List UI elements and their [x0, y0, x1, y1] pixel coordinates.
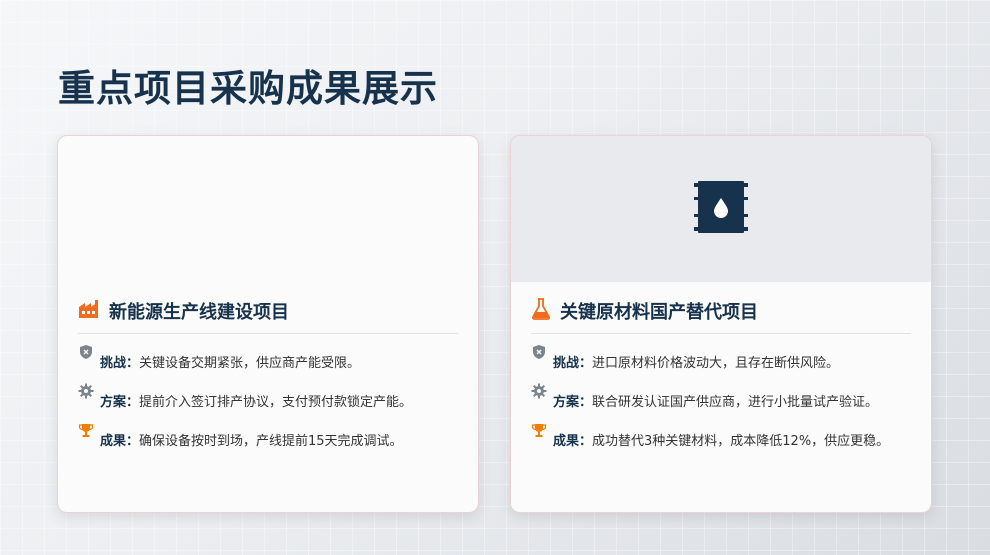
- shield-icon: [531, 344, 547, 360]
- gear-icon: [78, 383, 94, 399]
- row-label: 方案：: [100, 395, 140, 410]
- challenge-row: 挑战：进口原材料价格波动大，且存在断供风险。: [531, 342, 916, 381]
- card-media: [511, 136, 931, 282]
- row-label: 挑战：: [100, 356, 140, 371]
- row-label: 成果：: [100, 434, 140, 449]
- row-label: 挑战：: [553, 356, 593, 371]
- challenge-row: 挑战：关键设备交期紧张，供应商产能受限。: [78, 342, 463, 381]
- gear-icon: [531, 383, 547, 399]
- row-label: 方案：: [553, 395, 593, 410]
- card-media-empty: [58, 136, 478, 282]
- page-title: 重点项目采购成果展示: [58, 67, 438, 110]
- flask-icon: [531, 298, 551, 324]
- trophy-icon: [78, 422, 94, 438]
- project-card-raw-material: 关键原材料国产替代项目 挑战：进口原材料价格波动大，且存在断供风险。 方案：联合…: [510, 135, 932, 513]
- project-card-new-energy: 新能源生产线建设项目 挑战：关键设备交期紧张，供应商产能受限。 方案：提前介入签…: [57, 135, 479, 513]
- card-header: 新能源生产线建设项目: [78, 298, 458, 334]
- oil-barrel-icon: [694, 179, 748, 239]
- result-row: 成果：成功替代3种关键材料，成本降低12%，供应更稳。: [531, 420, 916, 459]
- row-text: 联合研发认证国产供应商，进行小批量试产验证。: [592, 395, 879, 410]
- card-header: 关键原材料国产替代项目: [531, 298, 911, 334]
- trophy-icon: [531, 422, 547, 438]
- row-text: 确保设备按时到场，产线提前15天完成调试。: [139, 434, 403, 449]
- row-text: 成功替代3种关键材料，成本降低12%，供应更稳。: [592, 434, 890, 449]
- row-text: 提前介入签订排产协议，支付预付款锁定产能。: [139, 395, 413, 410]
- row-label: 成果：: [553, 434, 593, 449]
- row-text: 进口原材料价格波动大，且存在断供风险。: [592, 356, 840, 371]
- row-text: 关键设备交期紧张，供应商产能受限。: [139, 356, 361, 371]
- factory-icon: [78, 299, 100, 323]
- solution-row: 方案：提前介入签订排产协议，支付预付款锁定产能。: [78, 381, 463, 420]
- result-row: 成果：确保设备按时到场，产线提前15天完成调试。: [78, 420, 463, 459]
- card-title: 关键原材料国产替代项目: [560, 302, 758, 323]
- card-title: 新能源生产线建设项目: [109, 302, 289, 323]
- shield-icon: [78, 344, 94, 360]
- solution-row: 方案：联合研发认证国产供应商，进行小批量试产验证。: [531, 381, 916, 420]
